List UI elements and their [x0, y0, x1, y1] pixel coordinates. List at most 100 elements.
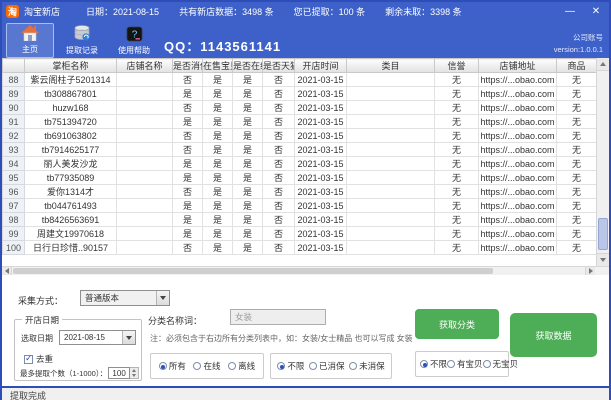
cell-goods: 无	[556, 240, 597, 255]
table-row[interactable]: 90 huzw168 否是是否 2021-03-15 无 https://...obao.…	[2, 100, 597, 115]
fetch-data-button[interactable]: 获取数据	[510, 313, 597, 357]
column-header[interactable]: 在售宝贝	[202, 58, 233, 73]
cell-owner-name: 日行日珍惜..90157	[24, 240, 117, 255]
scroll-up-arrow[interactable]	[597, 58, 609, 71]
cell-online: 是	[232, 170, 263, 185]
cell-tmall: 否	[262, 212, 295, 227]
table-row[interactable]: 92 tb691063802 否是是否 2021-03-15 无 https://...o…	[2, 128, 597, 143]
scroll-right-arrow[interactable]	[585, 267, 595, 275]
cell-goods: 无	[556, 226, 597, 241]
goods-filter-option[interactable]: 无宝贝	[482, 358, 518, 370]
cell-online: 是	[232, 184, 263, 199]
goods-filter-option[interactable]: 不限	[420, 358, 447, 370]
date-dropdown[interactable]: 2021-08-15	[59, 330, 136, 345]
cell-owner-name: tb77935089	[24, 170, 117, 185]
records-button[interactable]: 提取记录	[58, 23, 106, 58]
protection-filter-option[interactable]: 不限	[277, 360, 304, 372]
radio-label: 在线	[203, 361, 221, 371]
cell-reputation: 无	[434, 156, 479, 171]
status-text: 提取完成	[10, 390, 47, 400]
column-header[interactable]: 掌柜名称	[24, 58, 117, 73]
online-filter-radio-group: 所有 在线 离线	[150, 353, 264, 379]
cell-open-date: 2021-03-15	[294, 240, 347, 255]
cell-items-on-sale: 是	[202, 170, 233, 185]
scroll-left-arrow[interactable]	[2, 267, 12, 275]
max-count-stepper[interactable]	[130, 367, 140, 379]
row-number: 93	[2, 142, 25, 157]
cell-online: 是	[232, 128, 263, 143]
table-row[interactable]: 97 tb044761493 是是是否 2021-03-15 无 https://...o…	[2, 198, 597, 213]
table-row[interactable]: 100 日行日珍惜..90157 否是是否 2021-03-15 无 https://..…	[2, 240, 597, 255]
cell-protected: 是	[172, 212, 203, 227]
cell-online: 是	[232, 142, 263, 157]
cell-protected: 否	[172, 72, 203, 87]
cell-shop-url: https://...obao.com	[478, 226, 557, 241]
close-button[interactable]: ✕	[583, 6, 609, 17]
column-header[interactable]: 商品	[556, 58, 597, 73]
vertical-scrollbar[interactable]	[596, 58, 609, 266]
table-row[interactable]: 89 tb308867801 是是是否 2021-03-15 无 https://...o…	[2, 86, 597, 101]
protection-filter-option[interactable]: 已消保	[308, 360, 344, 372]
column-header[interactable]: 是否天猫	[262, 58, 295, 73]
table-row[interactable]: 99 周建文19970618 是是是否 2021-03-15 无 https://...o…	[2, 226, 597, 241]
cell-category	[346, 198, 435, 213]
cell-shop-name	[116, 198, 173, 213]
column-header[interactable]: 信誉	[434, 58, 479, 73]
minimize-button[interactable]: —	[557, 6, 583, 17]
cell-goods: 无	[556, 86, 597, 101]
cell-goods: 无	[556, 142, 597, 157]
horizontal-scrollbar[interactable]	[2, 266, 609, 275]
logo-glyph: 淘	[7, 7, 17, 17]
cell-owner-name: 周建文19970618	[24, 226, 117, 241]
cell-shop-name	[116, 72, 173, 87]
goods-filter-option[interactable]: 有宝贝	[447, 358, 483, 370]
chevron-down-icon	[122, 331, 135, 344]
table-row[interactable]: 95 tb77935089 是是是否 2021-03-15 无 https://...ob…	[2, 170, 597, 185]
cell-tmall: 否	[262, 128, 295, 143]
vertical-scroll-thumb[interactable]	[598, 218, 608, 250]
online-filter-option[interactable]: 所有	[158, 360, 186, 372]
table-row[interactable]: 94 丽人美发沙龙是是是否 2021-03-15 无 https://...obao.c…	[2, 156, 597, 171]
cell-reputation: 无	[434, 128, 479, 143]
cell-online: 是	[232, 226, 263, 241]
scroll-down-arrow[interactable]	[597, 253, 609, 266]
cell-owner-name: 紫云阁柱子5201314	[24, 72, 117, 87]
column-header[interactable]: 店铺名称	[116, 58, 173, 73]
cell-category	[346, 170, 435, 185]
cell-open-date: 2021-03-15	[294, 170, 347, 185]
cell-tmall: 否	[262, 198, 295, 213]
column-header[interactable]: 店铺地址	[478, 58, 557, 73]
cell-protected: 是	[172, 170, 203, 185]
stepper-down-icon[interactable]	[130, 373, 139, 378]
protection-filter-option[interactable]: 未消保	[349, 360, 385, 372]
row-number: 92	[2, 128, 25, 143]
cell-online: 是	[232, 240, 263, 255]
column-header[interactable]: 是否在线	[232, 58, 263, 73]
column-header[interactable]: 开店时间	[294, 58, 347, 73]
cell-items-on-sale: 是	[202, 128, 233, 143]
table-row[interactable]: 96 爱你1314才否是是否 2021-03-15 无 https://...obao.…	[2, 184, 597, 199]
titlebar-stat: 您已提取：100 条	[293, 7, 366, 17]
table-row[interactable]: 91 tb751394720 是是是否 2021-03-15 无 https://...o…	[2, 114, 597, 129]
table-row[interactable]: 93 tb7914625177 否是是否 2021-03-15 无 https://...…	[2, 142, 597, 157]
column-header[interactable]: 类目	[346, 58, 435, 73]
table-row[interactable]: 98 tb8426563691 是是是否 2021-03-15 无 https://...…	[2, 212, 597, 227]
cell-items-on-sale: 是	[202, 72, 233, 87]
online-filter-option[interactable]: 离线	[228, 360, 255, 372]
cell-reputation: 无	[434, 142, 479, 157]
cell-open-date: 2021-03-15	[294, 212, 347, 227]
home-button[interactable]: 主页	[6, 23, 54, 58]
max-count-input[interactable]: 100	[108, 367, 131, 379]
dedup-checkbox[interactable]	[24, 353, 33, 364]
fetch-category-button[interactable]: 获取分类	[415, 309, 499, 339]
cell-reputation: 无	[434, 114, 479, 129]
method-dropdown[interactable]: 普通版本	[80, 290, 170, 306]
help-button[interactable]: ? 使用帮助	[110, 23, 158, 58]
column-header-rownum[interactable]	[2, 58, 25, 73]
cell-shop-name	[116, 156, 173, 171]
cell-reputation: 无	[434, 198, 479, 213]
table-row[interactable]: 88 紫云阁柱子5201314 否是是否 2021-03-15 无 https://...…	[2, 72, 597, 87]
column-header[interactable]: 是否消保	[172, 58, 203, 73]
online-filter-option[interactable]: 在线	[193, 360, 220, 372]
horizontal-scroll-thumb[interactable]	[13, 268, 493, 274]
